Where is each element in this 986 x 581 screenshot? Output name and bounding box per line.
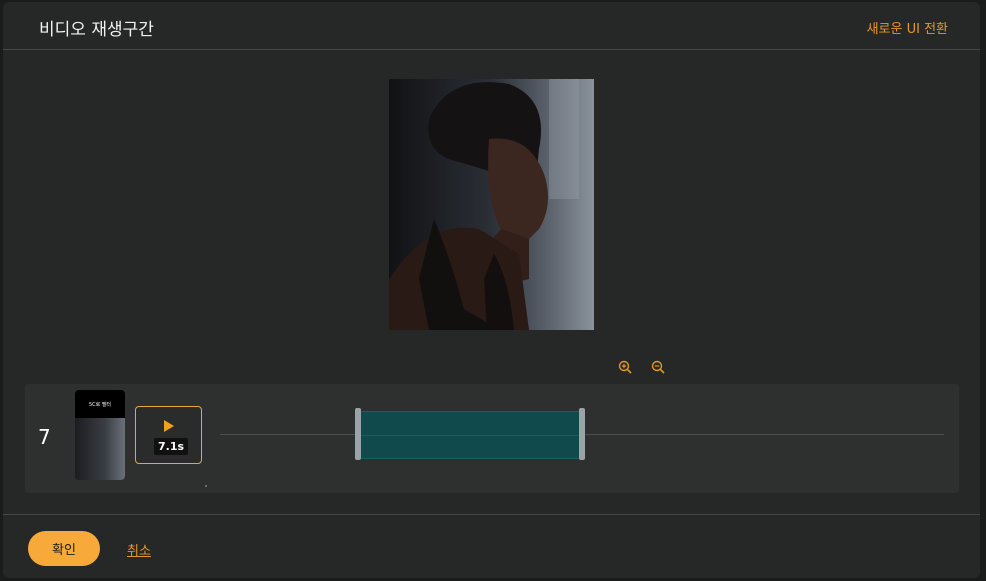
selected-range[interactable] <box>359 411 583 459</box>
zoom-in-icon[interactable] <box>618 360 632 374</box>
dialog-header: 비디오 재생구간 새로운 UI 전환 <box>3 2 980 50</box>
confirm-button[interactable]: 확인 <box>28 531 100 566</box>
video-range-dialog: 비디오 재생구간 새로운 UI 전환 7 5C로 필터 7.1s 확인 취소 <box>3 2 980 578</box>
dialog-title: 비디오 재생구간 <box>39 20 154 40</box>
clip-duration: 7.1s <box>154 438 189 455</box>
switch-ui-link[interactable]: 새로운 UI 전환 <box>867 18 948 37</box>
preview-image <box>389 79 594 330</box>
play-button[interactable]: 7.1s <box>135 406 202 464</box>
zoom-out-icon[interactable] <box>651 360 665 374</box>
video-preview <box>389 79 594 330</box>
timeline-row: 7 5C로 필터 7.1s <box>25 384 959 493</box>
timeline-marker <box>205 485 207 487</box>
dialog-footer: 확인 취소 <box>3 514 980 578</box>
play-icon <box>164 420 174 432</box>
range-end-handle[interactable] <box>579 408 585 460</box>
cancel-link[interactable]: 취소 <box>127 540 151 559</box>
thumbnail-caption: 5C로 필터 <box>88 402 112 408</box>
clip-thumbnail[interactable]: 5C로 필터 <box>75 390 125 480</box>
thumbnail-image <box>75 418 125 480</box>
range-center-line <box>359 435 583 436</box>
range-start-handle[interactable] <box>355 408 361 460</box>
clip-index: 7 <box>38 425 51 449</box>
